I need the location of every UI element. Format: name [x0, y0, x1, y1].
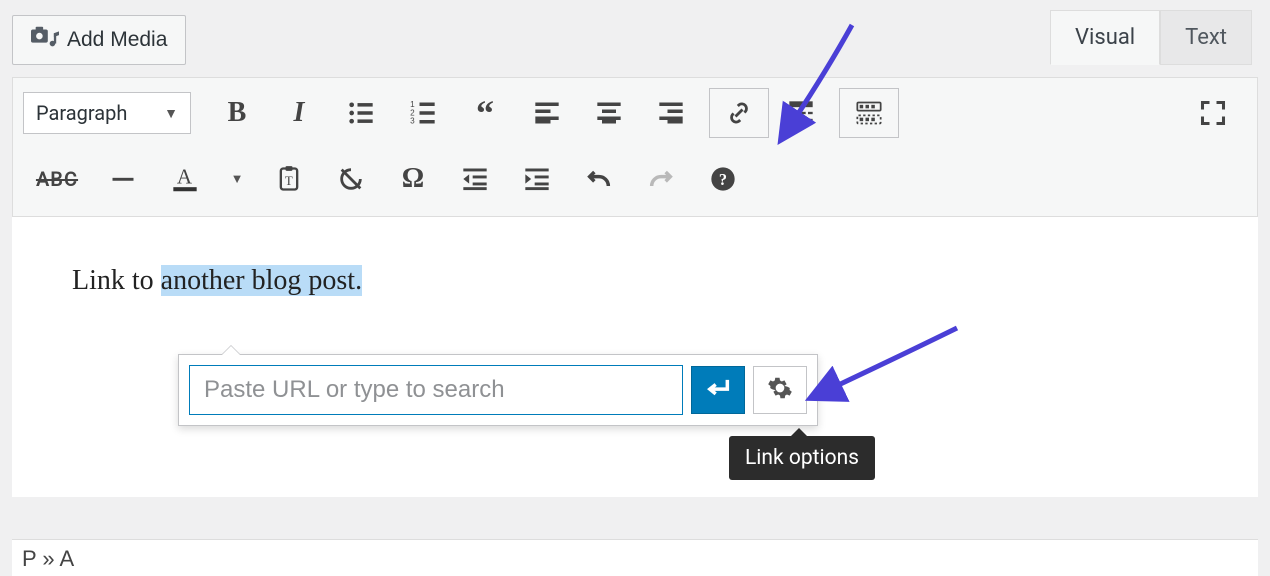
- inline-link-popup: [178, 354, 818, 426]
- selected-link-text: another blog post.: [161, 265, 362, 296]
- bold-button[interactable]: B: [207, 88, 267, 138]
- enter-arrow-icon: [704, 376, 732, 404]
- link-options-button[interactable]: [753, 366, 807, 414]
- text-color-button[interactable]: A: [155, 154, 215, 204]
- clear-formatting-button[interactable]: [321, 154, 381, 204]
- redo-button[interactable]: [631, 154, 691, 204]
- blockquote-button[interactable]: “: [455, 88, 515, 138]
- camera-music-icon: [31, 25, 59, 55]
- italic-button[interactable]: I: [269, 88, 329, 138]
- read-more-button[interactable]: [771, 88, 831, 138]
- chevron-down-icon: ▼: [164, 105, 178, 122]
- indent-button[interactable]: [507, 154, 567, 204]
- add-media-label: Add Media: [67, 28, 167, 52]
- special-character-button[interactable]: Ω: [383, 154, 443, 204]
- align-center-button[interactable]: [579, 88, 639, 138]
- tab-visual[interactable]: Visual: [1050, 10, 1160, 65]
- svg-text:T: T: [285, 174, 293, 188]
- tab-text[interactable]: Text: [1160, 10, 1252, 65]
- align-right-button[interactable]: [641, 88, 701, 138]
- gear-icon: [767, 375, 793, 405]
- help-button[interactable]: ?: [693, 154, 753, 204]
- link-url-input[interactable]: [189, 365, 683, 415]
- insert-link-button[interactable]: [709, 88, 769, 138]
- align-left-button[interactable]: [517, 88, 577, 138]
- undo-button[interactable]: [569, 154, 629, 204]
- apply-link-button[interactable]: [691, 366, 745, 414]
- add-media-button[interactable]: Add Media: [12, 15, 186, 65]
- svg-text:A: A: [177, 165, 193, 189]
- fullscreen-button[interactable]: [1183, 88, 1243, 138]
- numbered-list-button[interactable]: 123: [393, 88, 453, 138]
- editor-toolbar: Paragraph ▼ B I 123 “: [12, 77, 1258, 217]
- text-color-dropdown[interactable]: ▼: [217, 154, 257, 204]
- outdent-button[interactable]: [445, 154, 505, 204]
- link-options-tooltip: Link options: [729, 436, 875, 480]
- format-select-label: Paragraph: [36, 101, 127, 125]
- svg-text:?: ?: [719, 170, 727, 189]
- horizontal-rule-button[interactable]: [93, 154, 153, 204]
- toolbar-toggle-button[interactable]: [839, 88, 899, 138]
- editor-mode-tabs: Visual Text: [1050, 10, 1252, 65]
- block-format-select[interactable]: Paragraph ▼: [23, 92, 191, 134]
- element-path-status[interactable]: P » A: [12, 539, 1258, 576]
- content-text: Link to another blog post.: [72, 265, 362, 296]
- strikethrough-button[interactable]: ABC: [23, 154, 91, 204]
- paste-as-text-button[interactable]: T: [259, 154, 319, 204]
- bullet-list-button[interactable]: [331, 88, 391, 138]
- svg-text:3: 3: [410, 117, 415, 126]
